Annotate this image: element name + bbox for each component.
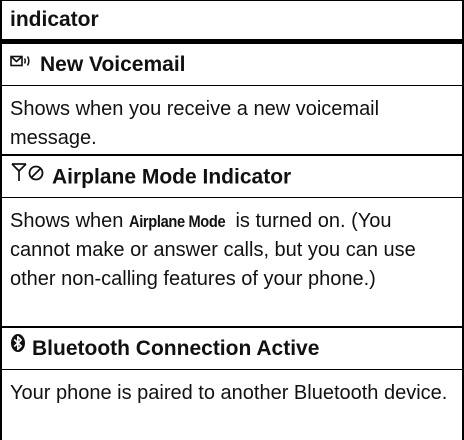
airplane-mode-icon — [10, 161, 44, 191]
table-header: indicator — [0, 0, 464, 44]
header-title: indicator — [10, 8, 99, 31]
indicator-table: indicator New Voicemail Shows when you r… — [0, 0, 464, 440]
description-keyword: Airplane Mode — [128, 212, 226, 231]
row-title-airplane-mode: Airplane Mode Indicator — [0, 156, 464, 198]
row-description: Shows when you receive a new voicemail m… — [10, 98, 380, 149]
voicemail-icon — [10, 49, 32, 77]
row-description: Shows when Airplane Mode is turned on. (… — [10, 207, 448, 294]
row-title-bluetooth: Bluetooth Connection Active — [0, 328, 464, 370]
row-title-new-voicemail: New Voicemail — [0, 44, 464, 86]
description-prefix: Shows when — [10, 210, 129, 232]
row-description: Your phone is paired to another Bluetoot… — [10, 382, 448, 404]
row-title-text: Airplane Mode Indicator — [52, 165, 292, 189]
row-desc-bluetooth: Your phone is paired to another Bluetoot… — [0, 370, 464, 440]
row-desc-new-voicemail: Shows when you receive a new voicemail m… — [0, 86, 464, 156]
row-desc-airplane-mode: Shows when Airplane Mode is turned on. (… — [0, 198, 464, 328]
row-title-text: Bluetooth Connection Active — [32, 337, 320, 360]
row-title-text: New Voicemail — [40, 53, 186, 76]
bluetooth-icon — [10, 333, 26, 361]
